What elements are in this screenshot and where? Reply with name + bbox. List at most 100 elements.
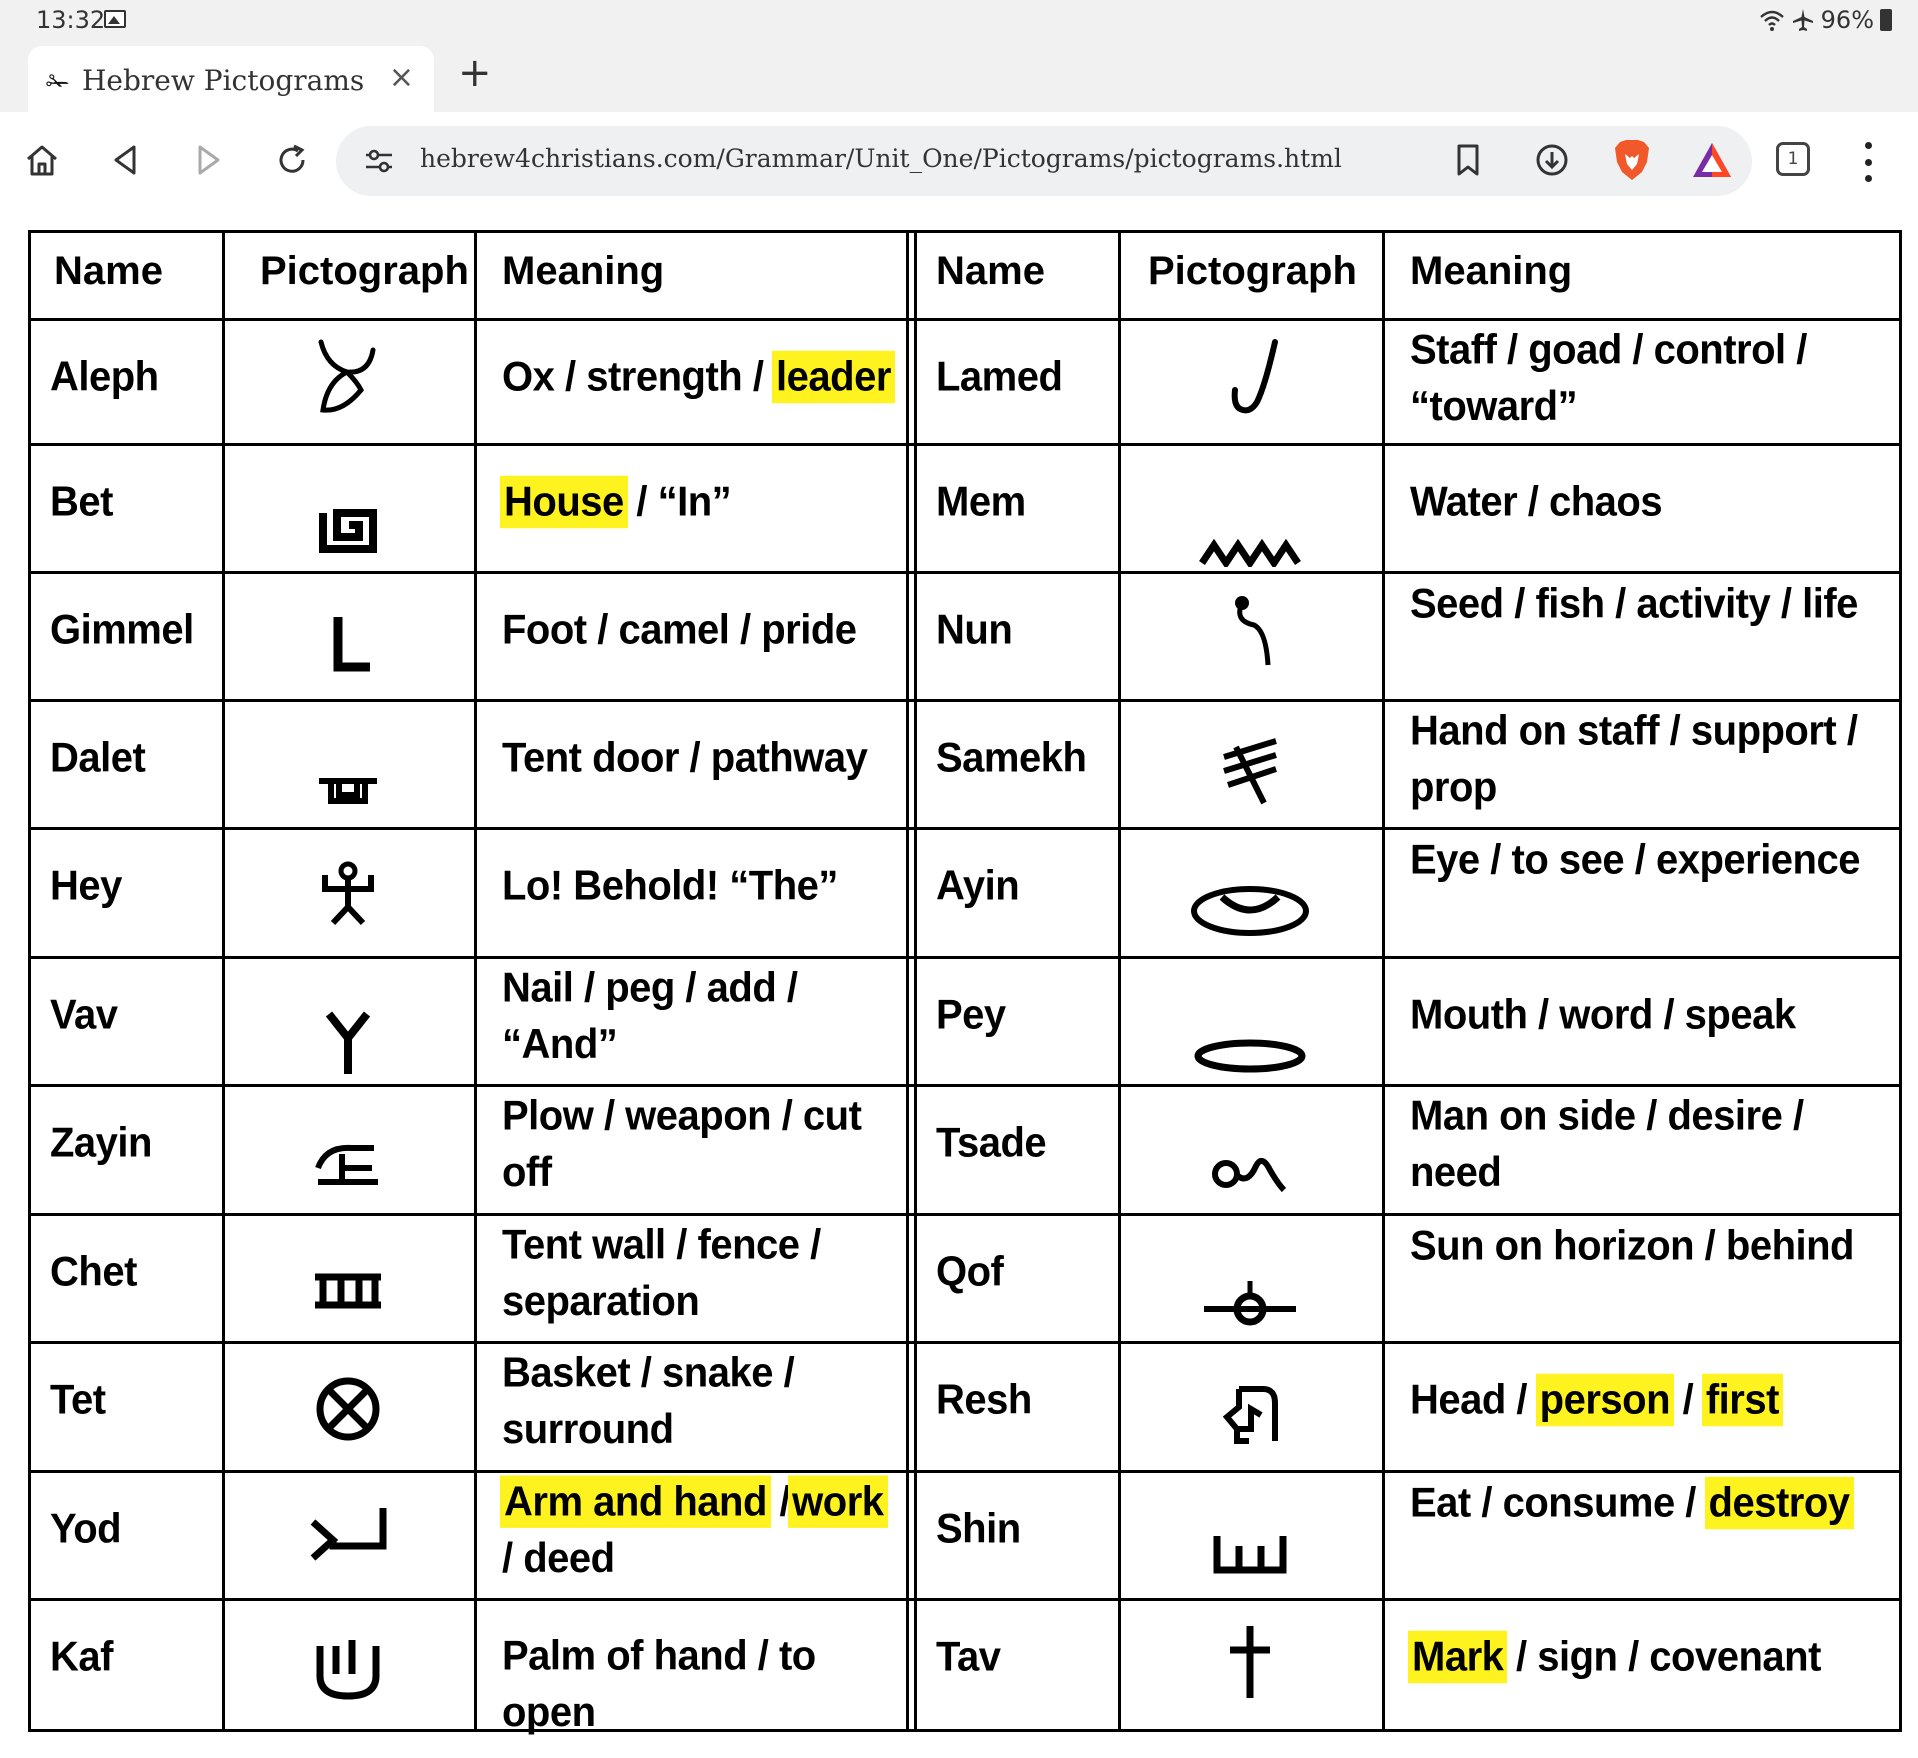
airplane-icon	[1792, 9, 1813, 31]
highlighted-text: House	[500, 475, 628, 529]
highlighted-text: leader	[772, 350, 895, 404]
row-name: Gimmel	[50, 606, 194, 654]
sun-horizon-icon	[1204, 1281, 1296, 1326]
row-meaning: Nail / peg / add / “And”	[502, 959, 902, 1072]
meaning-text: Basket / snake / surround	[502, 1349, 795, 1453]
meaning-text: / deed	[502, 1535, 615, 1582]
close-tab-icon[interactable]: ×	[389, 60, 414, 95]
row-name: Nun	[936, 606, 1013, 654]
highlighted-text: work	[788, 1475, 888, 1528]
fence-icon	[315, 1273, 381, 1309]
row-name: Kaf	[50, 1633, 113, 1681]
hebrew-favicon-icon: ✁	[46, 66, 70, 99]
row-meaning: Plow / weapon / cut off	[502, 1087, 902, 1200]
tab-count-icon[interactable]: 1	[1776, 142, 1810, 176]
meaning-text: / “In”	[625, 478, 732, 526]
meaning-text: Foot / camel / pride	[502, 606, 857, 654]
row-meaning: Seed / fish / activity / life	[1410, 576, 1890, 633]
row-name: Tsade	[936, 1119, 1047, 1167]
row-meaning: Mark / sign / covenant	[1408, 1629, 1890, 1686]
teeth-icon	[1213, 1536, 1287, 1574]
row-name: Samekh	[936, 734, 1087, 782]
table-column-divider	[914, 230, 917, 1732]
meaning-text: Hand on staff / support / prop	[1410, 707, 1858, 811]
new-tab-button[interactable]: +	[458, 50, 492, 96]
column-header: Name	[54, 249, 163, 293]
table-row-divider	[28, 956, 1902, 959]
status-right: 96%	[1759, 6, 1892, 34]
download-icon[interactable]	[1528, 136, 1576, 184]
row-meaning: Arm and hand /work / deed	[500, 1473, 902, 1586]
row-meaning: Sun on horizon / behind	[1410, 1218, 1890, 1275]
battery-percent: 96%	[1820, 6, 1874, 34]
site-settings-icon[interactable]	[362, 144, 396, 178]
table-column-divider	[906, 230, 909, 1732]
man-on-side-icon	[1212, 1157, 1287, 1193]
basket-icon	[316, 1377, 380, 1441]
row-name: Chet	[50, 1248, 137, 1296]
url-text[interactable]: hebrew4christians.com/Grammar/Unit_One/P…	[420, 144, 1342, 173]
reload-icon[interactable]	[268, 136, 316, 184]
row-name: Lamed	[936, 353, 1063, 401]
meaning-text: Seed / fish / activity / life	[1410, 580, 1858, 628]
meaning-text: Lo! Behold! “The”	[502, 862, 838, 910]
highlighted-text: destroy	[1704, 1476, 1854, 1530]
image-icon	[104, 10, 126, 28]
head-icon	[1222, 1386, 1278, 1444]
column-header: Name	[936, 249, 1045, 293]
wifi-icon	[1759, 10, 1784, 31]
man-arms-raised-icon	[322, 861, 374, 926]
row-meaning: Foot / camel / pride	[502, 602, 902, 659]
row-meaning: Head / person / first	[1410, 1372, 1890, 1429]
home-icon[interactable]	[18, 136, 66, 184]
row-meaning: Man on side / desire / need	[1410, 1087, 1890, 1200]
table-column-divider	[1382, 230, 1385, 1732]
row-name: Tav	[936, 1633, 1001, 1681]
meaning-text: Sun on horizon / behind	[1410, 1222, 1855, 1270]
highlighted-text: person	[1535, 1373, 1675, 1427]
table-row-divider	[28, 827, 1902, 830]
row-name: Hey	[50, 862, 122, 910]
status-time: 13:32	[36, 6, 106, 34]
ox-head-icon	[318, 339, 376, 413]
table-row-divider	[28, 571, 1902, 574]
row-name: Tet	[50, 1376, 106, 1424]
thorn-icon	[1223, 738, 1277, 805]
row-meaning: Tent door / pathway	[502, 730, 902, 787]
pictogram-table: Name Pictograph Meaning Name Pictograph Meani…	[28, 230, 1902, 1735]
row-meaning: Staff / goad / control / “toward”	[1410, 321, 1890, 434]
table-column-divider	[222, 230, 225, 1732]
row-name: Mem	[936, 478, 1026, 526]
foot-icon	[333, 617, 370, 672]
forward-icon[interactable]	[184, 136, 232, 184]
row-name: Zayin	[50, 1119, 152, 1167]
row-name: Qof	[936, 1248, 1004, 1296]
menu-icon[interactable]	[1862, 142, 1874, 182]
highlighted-text: Arm and hand	[500, 1475, 771, 1528]
row-meaning: House / “In”	[500, 474, 902, 531]
column-header: Meaning	[1410, 249, 1573, 293]
back-icon[interactable]	[102, 136, 150, 184]
palm-icon	[316, 1640, 380, 1700]
row-name: Pey	[936, 991, 1006, 1039]
staff-icon	[1231, 339, 1278, 414]
bookmark-icon[interactable]	[1444, 136, 1492, 184]
tent-door-icon	[319, 778, 377, 804]
meaning-text: Eye / to see / experience	[1410, 836, 1860, 884]
meaning-text: Plow / weapon / cut off	[502, 1092, 862, 1196]
brave-lion-icon[interactable]	[1608, 136, 1656, 184]
tab-hebrew-pictograms[interactable]: ✁ Hebrew Pictograms ×	[28, 46, 434, 112]
row-name: Bet	[50, 478, 113, 526]
meaning-text: Ox / strength /	[502, 353, 775, 401]
row-meaning: Ox / strength / leader	[502, 349, 902, 406]
plow-icon	[315, 1144, 378, 1185]
row-name: Aleph	[50, 353, 159, 401]
toolbar: hebrew4christians.com/Grammar/Unit_One/P…	[0, 112, 1918, 212]
meaning-text: Tent door / pathway	[502, 734, 868, 782]
battery-icon	[1880, 9, 1892, 31]
row-name: Ayin	[936, 862, 1020, 910]
table-row-divider	[28, 1213, 1902, 1216]
row-meaning: Water / chaos	[1410, 474, 1890, 531]
brave-rewards-icon[interactable]	[1688, 136, 1736, 184]
row-meaning: Basket / snake / surround	[502, 1344, 902, 1457]
